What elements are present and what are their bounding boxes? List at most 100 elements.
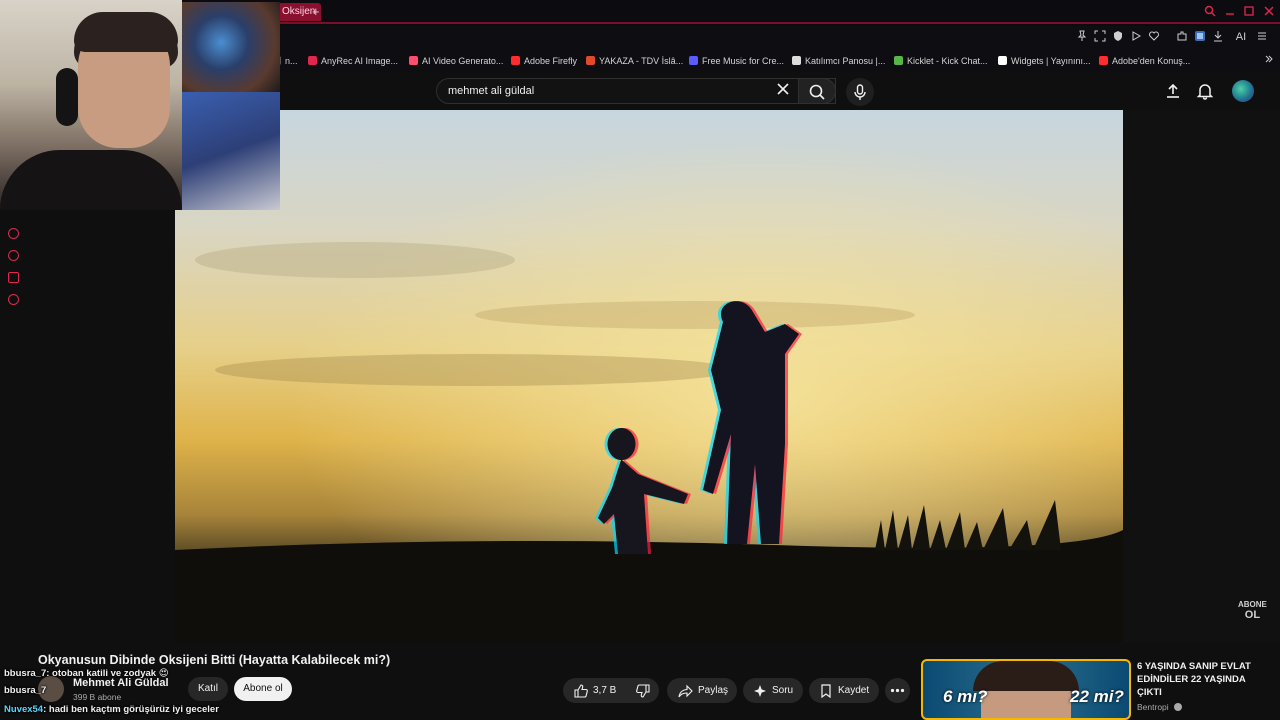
- bookmark-label: AnyRec AI Image...: [321, 56, 399, 66]
- video-title: Okyanusun Dibinde Oksijeni Bitti (Hayatt…: [38, 653, 391, 667]
- search-input[interactable]: [448, 83, 768, 99]
- join-button[interactable]: Katıl: [188, 677, 228, 701]
- close-window-icon[interactable]: [1263, 5, 1275, 20]
- chat-username: bbusra_7: [4, 685, 47, 696]
- subscribe-watermark[interactable]: ABONE OL: [1238, 600, 1267, 621]
- search-icon: [809, 84, 825, 100]
- bookmark-label: Free Music for Cre...: [702, 56, 785, 66]
- bookmark-favicon-icon: [894, 56, 903, 65]
- bookmark-item[interactable]: YAKAZA - TDV İslâ...: [586, 54, 683, 68]
- bookmark-favicon-icon: [689, 56, 698, 65]
- voice-search-button[interactable]: [846, 78, 874, 106]
- like-count[interactable]: 3,7 B: [593, 678, 616, 703]
- maximize-icon[interactable]: [1243, 5, 1255, 20]
- bookmark-icon: [821, 684, 831, 698]
- bookmark-item[interactable]: Widgets | Yayınını...: [998, 54, 1091, 68]
- bookmark-label: Adobe Firefly: [524, 56, 578, 66]
- channel-subscriber-count: 399 B abone: [73, 692, 122, 702]
- recommended-video-channel[interactable]: Bentropi: [1137, 702, 1183, 712]
- account-avatar[interactable]: [1232, 80, 1254, 102]
- bookmark-label: Widgets | Yayınını...: [1011, 56, 1091, 66]
- recommended-video-title[interactable]: 6 YAŞINDA SANIP EVLAT EDİNDİLER 22 YAŞIN…: [1137, 660, 1272, 699]
- verified-badge-icon: [1174, 703, 1183, 711]
- like-icon[interactable]: [574, 684, 588, 698]
- bookmark-item[interactable]: Free Music for Cre...: [689, 54, 784, 68]
- extensions-icon[interactable]: [1175, 30, 1189, 44]
- webcam-background-poster: [182, 2, 280, 92]
- bookmark-label: n...: [285, 56, 298, 66]
- chat-text: : otoban katili ve zodyak 😍: [46, 668, 169, 679]
- bookmark-favicon-icon: [998, 56, 1007, 65]
- chat-message: bbusra_7: [4, 685, 46, 696]
- clear-search-icon[interactable]: [776, 82, 790, 101]
- notifications-bell-icon[interactable]: [1196, 82, 1214, 100]
- more-horizontal-icon: [890, 688, 905, 693]
- ask-label: Soru: [772, 685, 794, 696]
- rail-send-icon[interactable]: [8, 272, 19, 283]
- create-upload-icon[interactable]: [1164, 82, 1182, 100]
- ai-button[interactable]: AI: [1230, 30, 1252, 44]
- bookmarks-overflow-icon[interactable]: [1262, 54, 1276, 68]
- search-tabs-icon[interactable]: [1204, 5, 1216, 20]
- bookmark-favicon-icon: [792, 56, 801, 65]
- bookmark-label: AI Video Generato...: [422, 56, 504, 66]
- bookmark-favicon-icon: [409, 56, 418, 65]
- watermark-line2: OL: [1244, 609, 1261, 621]
- bookmark-item[interactable]: Kicklet - Kick Chat...: [894, 54, 988, 68]
- minimize-icon[interactable]: [1224, 5, 1236, 20]
- more-actions-button[interactable]: [885, 678, 910, 703]
- watermark-line1: ABONE: [1238, 600, 1267, 609]
- shield-icon[interactable]: [1111, 30, 1125, 44]
- bookmark-item[interactable]: Adobe'den Konuş...: [1099, 54, 1190, 68]
- bookmark-item[interactable]: Adobe Firefly: [511, 54, 577, 68]
- tab-underline: [276, 22, 1280, 24]
- share-button[interactable]: Paylaş: [667, 678, 737, 703]
- recommended-video-thumbnail[interactable]: 6 mı? 22 mi?: [921, 659, 1131, 720]
- bookmark-favicon-icon: [586, 56, 595, 65]
- thumbnail-left-text: 6 mı?: [943, 687, 988, 706]
- rail-settings-icon[interactable]: [8, 294, 19, 305]
- bookmark-item[interactable]: Katılımcı Panosu |...: [792, 54, 885, 68]
- video-player[interactable]: [175, 110, 1123, 642]
- extension-app-icon[interactable]: [1193, 30, 1207, 44]
- rail-add-icon[interactable]: [8, 228, 19, 239]
- save-label: Kaydet: [838, 685, 870, 696]
- heart-icon[interactable]: [1147, 30, 1161, 44]
- thumbnail-hair: [973, 661, 1079, 691]
- chat-text: : hadi ben kaçtım görüşürüz iyi geceler: [43, 704, 219, 715]
- download-icon[interactable]: [1211, 30, 1225, 44]
- video-frame-image: [175, 110, 1123, 642]
- subscribe-button[interactable]: Abone ol: [234, 677, 292, 701]
- menu-icon[interactable]: [1255, 30, 1269, 44]
- dislike-icon[interactable]: [636, 684, 650, 698]
- save-button[interactable]: Kaydet: [809, 678, 879, 703]
- bookmark-label: YAKAZA - TDV İslâ...: [599, 56, 684, 66]
- like-dislike-group: 3,7 B: [563, 678, 659, 703]
- bookmark-item[interactable]: AI Video Generato...: [409, 54, 503, 68]
- pin-icon[interactable]: [1075, 30, 1089, 44]
- webcam-overlay: [0, 0, 182, 210]
- rec-channel-name: Bentropi: [1137, 702, 1169, 712]
- webcam-person-body: [0, 150, 182, 210]
- bookmark-item[interactable]: AnyRec AI Image...: [308, 54, 398, 68]
- webcam-headphone: [56, 68, 78, 126]
- chat-username: Nuvex54: [4, 704, 44, 715]
- sparkle-icon: [754, 685, 766, 697]
- chat-message: Nuvex54: hadi ben kaçtım görüşürüz iyi g…: [4, 704, 219, 715]
- video-side-panel: [1123, 110, 1280, 642]
- webcam-background-bed: [182, 92, 280, 210]
- ai-label: AI: [1235, 31, 1247, 43]
- bookmark-label: Adobe'den Konuş...: [1112, 56, 1191, 66]
- rail-history-icon[interactable]: [8, 250, 19, 261]
- bookmark-favicon-icon: [511, 56, 520, 65]
- share-icon: [678, 684, 693, 698]
- bookmark-label: Kicklet - Kick Chat...: [907, 56, 988, 66]
- search-button[interactable]: [798, 78, 836, 104]
- thumbnail-right-text: 22 mi?: [1070, 687, 1124, 706]
- screenshot-icon[interactable]: [1093, 30, 1107, 44]
- new-tab-button[interactable]: +: [312, 4, 320, 20]
- ask-button[interactable]: Soru: [743, 678, 803, 703]
- play-icon[interactable]: [1129, 30, 1143, 44]
- microphone-icon: [854, 84, 866, 100]
- bookmark-favicon-icon: [308, 56, 317, 65]
